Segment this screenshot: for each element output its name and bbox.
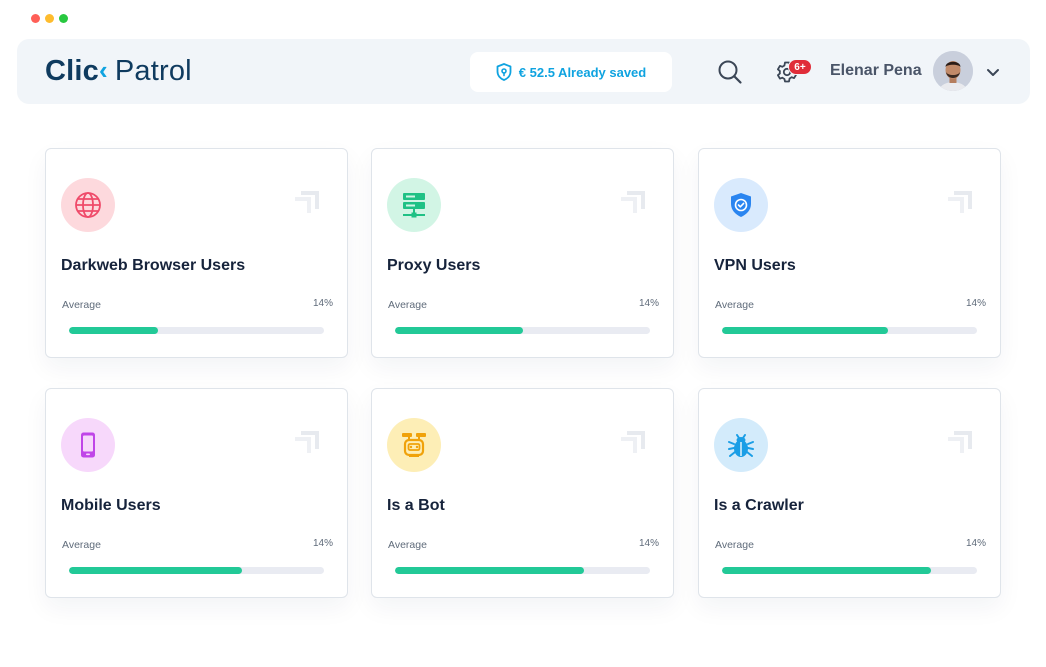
card-title: Darkweb Browser Users	[61, 257, 246, 274]
shield-icon	[496, 63, 512, 81]
progress-fill	[69, 567, 243, 574]
robot-icon-badge	[387, 418, 441, 472]
top-bar: Clic ‹ Patrol € 52.5 Already saved 6+ Elen…	[17, 39, 1030, 104]
average-percent: 14%	[312, 538, 333, 549]
progress-fill	[395, 327, 523, 334]
maximize-window-dot[interactable]	[59, 14, 68, 23]
globe-icon	[75, 192, 101, 218]
average-label: Average	[62, 539, 101, 551]
shield-check-icon	[731, 193, 751, 217]
card-title: Is a Bot	[387, 497, 445, 514]
average-percent: 14%	[965, 538, 986, 549]
user-name[interactable]: Elenar Pena	[830, 62, 922, 80]
progress-track	[69, 327, 324, 334]
card-mobile-users[interactable]: Mobile Users Average 14%	[45, 388, 348, 598]
progress-track	[395, 567, 650, 574]
card-title: Is a Crawler	[714, 497, 804, 514]
search-icon	[718, 60, 742, 84]
average-percent: 14%	[965, 298, 986, 309]
avatar[interactable]	[933, 51, 973, 91]
bug-icon-badge	[714, 418, 768, 472]
progress-track	[722, 567, 977, 574]
robot-icon	[402, 433, 426, 457]
savings-text: € 52.5 Already saved	[518, 64, 647, 80]
logo-text-part1: Clic	[45, 54, 99, 87]
progress-fill	[722, 327, 888, 334]
progress-fill	[395, 567, 584, 574]
globe-icon-badge	[61, 178, 115, 232]
chevron-down-icon	[987, 69, 999, 76]
average-label: Average	[62, 299, 101, 311]
notification-badge[interactable]: 6+	[788, 59, 812, 75]
progress-track	[395, 327, 650, 334]
close-window-dot[interactable]	[31, 14, 40, 23]
open-arrow-icon[interactable]	[942, 185, 978, 221]
bug-icon	[728, 434, 754, 457]
card-is-a-crawler[interactable]: Is a Crawler Average 14%	[698, 388, 1001, 598]
open-arrow-icon[interactable]	[615, 185, 651, 221]
open-arrow-icon[interactable]	[615, 425, 651, 461]
average-label: Average	[388, 539, 427, 551]
user-avatar-image	[933, 51, 973, 91]
open-arrow-icon[interactable]	[289, 425, 325, 461]
average-percent: 14%	[312, 298, 333, 309]
card-vpn-users[interactable]: VPN Users Average 14%	[698, 148, 1001, 358]
card-darkweb-browser-users[interactable]: Darkweb Browser Users Average 14%	[45, 148, 348, 358]
user-menu-toggle[interactable]	[984, 63, 1002, 81]
smartphone-icon-badge	[61, 418, 115, 472]
card-is-a-bot[interactable]: Is a Bot Average 14%	[371, 388, 674, 598]
server-icon-badge	[387, 178, 441, 232]
logo-chevron: ‹	[99, 54, 108, 85]
progress-track	[69, 567, 324, 574]
average-label: Average	[715, 539, 754, 551]
shield-check-icon-badge	[714, 178, 768, 232]
window-controls	[31, 14, 68, 23]
card-title: VPN Users	[714, 257, 796, 274]
smartphone-icon	[81, 432, 95, 458]
card-title: Proxy Users	[387, 257, 481, 274]
average-label: Average	[388, 299, 427, 311]
savings-badge[interactable]: € 52.5 Already saved	[470, 52, 672, 92]
progress-track	[722, 327, 977, 334]
progress-fill	[69, 327, 159, 334]
clickpatrol-logo[interactable]: Clic ‹ Patrol	[45, 53, 192, 89]
card-title: Mobile Users	[61, 497, 161, 514]
average-percent: 14%	[638, 298, 659, 309]
server-icon	[403, 193, 425, 218]
search-button[interactable]	[716, 58, 744, 86]
average-label: Average	[715, 299, 754, 311]
open-arrow-icon[interactable]	[942, 425, 978, 461]
open-arrow-icon[interactable]	[289, 185, 325, 221]
logo-text-part2: Patrol	[114, 54, 192, 87]
card-proxy-users[interactable]: Proxy Users Average 14%	[371, 148, 674, 358]
average-percent: 14%	[638, 538, 659, 549]
progress-fill	[722, 567, 932, 574]
minimize-window-dot[interactable]	[45, 14, 54, 23]
